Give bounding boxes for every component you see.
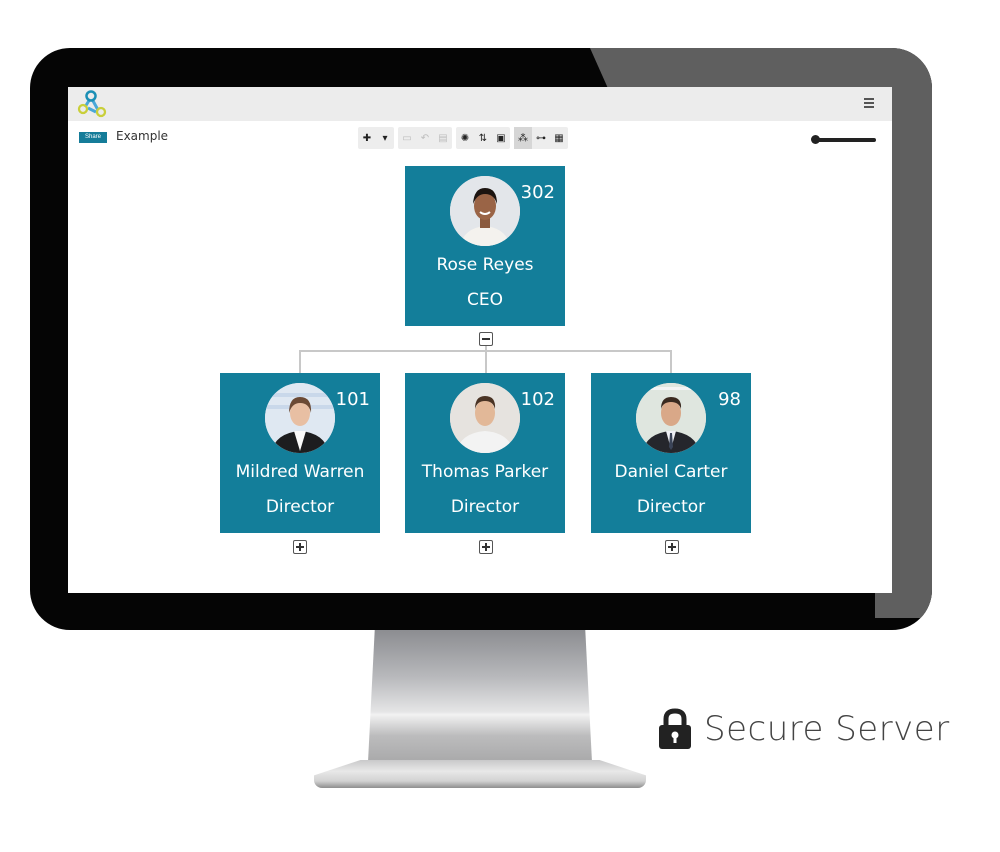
connector-child-2 [485, 350, 487, 373]
connector-child-3 [670, 350, 672, 373]
tree-layout-button[interactable]: ⁂ [514, 127, 532, 149]
node-title: Director [265, 497, 335, 517]
node-title: Director [450, 497, 520, 517]
sort-button[interactable]: ⇅ [474, 127, 492, 149]
node-name: Rose Reyes [436, 255, 534, 275]
settings-icon: ✺ [460, 132, 470, 144]
toolbar-group: ⁂ ⊶ ▦ [514, 127, 568, 149]
document-title: Example [116, 129, 169, 143]
secure-server-badge: Secure Server [658, 708, 950, 750]
collapse-toggle[interactable] [479, 332, 493, 346]
node-name: Mildred Warren [235, 462, 365, 482]
monitor-stand-base [314, 760, 646, 788]
node-count: 102 [520, 389, 555, 410]
tree-layout-icon: ⁂ [518, 132, 528, 144]
zoom-knob[interactable] [811, 135, 821, 144]
screenshot-button[interactable]: ▣ [492, 127, 510, 149]
node-title: CEO [467, 290, 503, 310]
delete-icon: ▤ [438, 132, 448, 144]
screenshot-icon: ▣ [496, 132, 506, 144]
avatar [450, 383, 520, 453]
hierarchy-layout-icon: ⊶ [536, 132, 546, 144]
undo-icon: ↶ [420, 132, 430, 144]
connector-child-1 [299, 350, 301, 373]
caret-down-button[interactable]: ▾ [376, 127, 394, 149]
lock-icon [659, 708, 691, 749]
save-button[interactable]: ▭ [398, 127, 416, 149]
hamburger-icon[interactable] [864, 98, 874, 110]
toolbar-group: ✚ ▾ [358, 127, 394, 149]
avatar [450, 176, 520, 246]
avatar [265, 383, 335, 453]
subbar: Share Example ✚ ▾ ▭ ↶ ▤ ✺ ⇅ ▣ ⁂ ⊶ ▦ [68, 121, 892, 155]
org-node-child[interactable]: 101 Mildred Warren Director [220, 373, 380, 533]
settings-button[interactable]: ✺ [456, 127, 474, 149]
expand-toggle[interactable] [479, 540, 493, 554]
grid-layout-icon: ▦ [554, 132, 564, 144]
org-node-child[interactable]: 102 Thomas Parker Director [405, 373, 565, 533]
toolbar: ✚ ▾ ▭ ↶ ▤ ✺ ⇅ ▣ ⁂ ⊶ ▦ [358, 127, 568, 149]
node-count: 101 [335, 389, 370, 410]
node-name: Daniel Carter [614, 462, 728, 482]
plus-button[interactable]: ✚ [358, 127, 376, 149]
sort-icon: ⇅ [478, 132, 488, 144]
node-count: 98 [718, 389, 741, 410]
expand-toggle[interactable] [293, 540, 307, 554]
hierarchy-layout-button[interactable]: ⊶ [532, 127, 550, 149]
avatar [636, 383, 706, 453]
screen: Share Example ✚ ▾ ▭ ↶ ▤ ✺ ⇅ ▣ ⁂ ⊶ ▦ 302 Rose Reyes… [68, 87, 892, 593]
zoom-slider[interactable] [808, 135, 878, 145]
secure-server-label: Secure Server [704, 709, 950, 749]
node-count: 302 [520, 182, 555, 203]
save-icon: ▭ [402, 132, 412, 144]
share-button[interactable]: Share [79, 132, 107, 143]
toolbar-group: ✺ ⇅ ▣ [456, 127, 510, 149]
org-node-root[interactable]: 302 Rose Reyes CEO [405, 166, 565, 326]
app-header [68, 87, 892, 121]
toolbar-group: ▭ ↶ ▤ [398, 127, 452, 149]
undo-button[interactable]: ↶ [416, 127, 434, 149]
zoom-track[interactable] [812, 138, 876, 142]
monitor-stand-neck [368, 630, 592, 762]
grid-layout-button[interactable]: ▦ [550, 127, 568, 149]
caret-down-icon: ▾ [382, 132, 388, 144]
expand-toggle[interactable] [665, 540, 679, 554]
org-node-child[interactable]: 98 Daniel Carter Director [591, 373, 751, 533]
org-chart-logo-icon[interactable] [76, 90, 108, 120]
node-name: Thomas Parker [421, 462, 549, 482]
node-title: Director [636, 497, 706, 517]
plus-icon: ✚ [362, 132, 372, 144]
delete-button[interactable]: ▤ [434, 127, 452, 149]
